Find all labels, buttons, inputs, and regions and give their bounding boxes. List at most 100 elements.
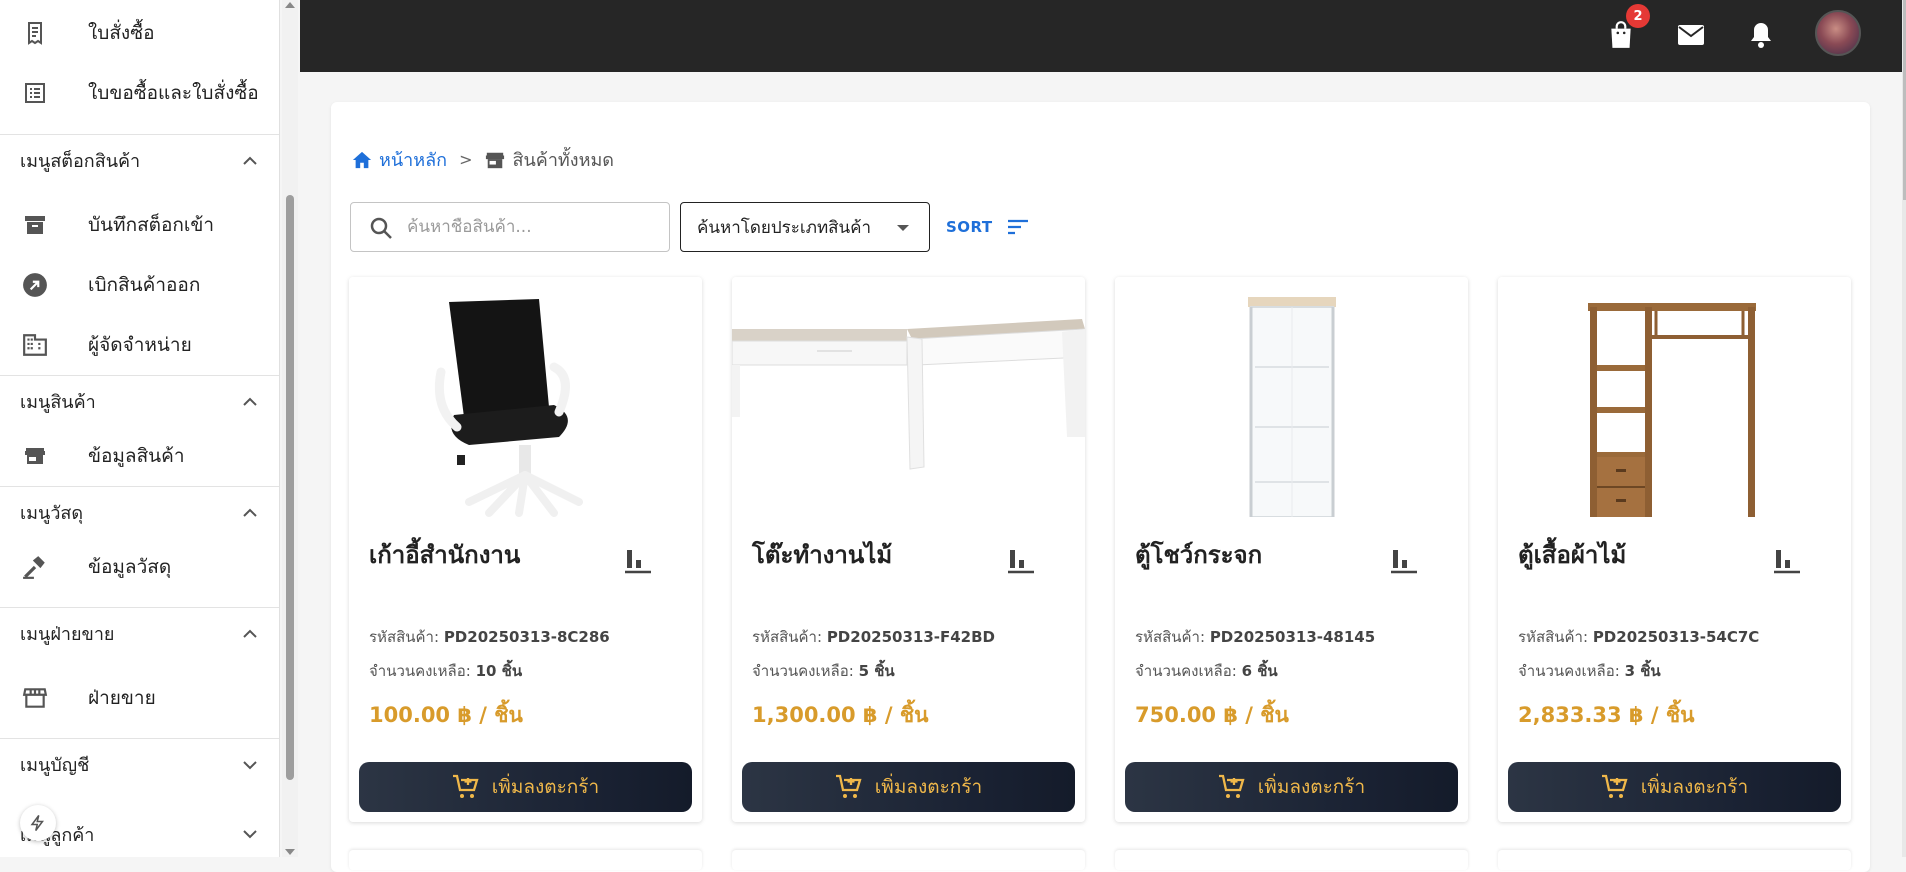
product-code-label: รหัสสินค้า: <box>752 628 823 646</box>
product-card[interactable]: โต๊ะทำงานไม้ รหัสสินค้า: PD20250313-F42B… <box>732 277 1085 822</box>
product-card-partial[interactable] <box>732 850 1085 870</box>
section-accounting[interactable]: เมนูบัญชี <box>0 738 279 790</box>
section-label: เมนูสต็อกสินค้า <box>20 151 141 172</box>
receipt-icon <box>22 20 48 46</box>
top-bar <box>300 0 1906 72</box>
product-price: 1,300.00 ฿ / ชิ้น <box>752 703 929 727</box>
breadcrumb-home-label: หน้าหลัก <box>379 150 448 171</box>
add-to-cart-label: เพิ่มลงตะกร้า <box>1640 776 1749 798</box>
product-stock: จำนวนคงเหลือ: 5 ชิ้น <box>752 659 895 683</box>
chevron-up-icon <box>243 508 257 517</box>
product-stock-label: จำนวนคงเหลือ: <box>752 662 854 680</box>
chevron-down-icon <box>243 760 257 769</box>
product-stock-value: 5 ชิ้น <box>858 662 895 680</box>
section-stock[interactable]: เมนูสต็อกสินค้า <box>0 134 279 186</box>
product-image-glass-cabinet[interactable] <box>1115 277 1468 517</box>
product-image-wooden-wardrobe[interactable] <box>1498 277 1851 517</box>
product-code-label: รหัสสินค้า: <box>1135 628 1206 646</box>
sidebar-item-stock-out[interactable]: เบิกสินค้าออก <box>0 259 279 311</box>
sidebar-item-requisition[interactable]: ใบขอซื้อและใบสั่งซื้อ <box>0 67 279 119</box>
section-products[interactable]: เมนูสินค้า <box>0 375 279 427</box>
bell-icon <box>1751 23 1771 48</box>
scroll-down-icon[interactable] <box>285 849 295 855</box>
home-icon <box>352 151 372 168</box>
product-stock-value: 3 ชิ้น <box>1624 662 1661 680</box>
product-code-value: PD20250313-48145 <box>1209 628 1376 646</box>
notification-button[interactable] <box>1744 18 1778 52</box>
sidebar-item-label: ข้อมูลสินค้า <box>88 445 185 467</box>
add-to-cart-button[interactable]: เพิ่มลงตะกร้า <box>359 762 692 812</box>
sidebar-item-stock-in[interactable]: บันทึกสต็อกเข้า <box>0 199 279 251</box>
sidebar-scrollbar[interactable] <box>282 0 298 857</box>
product-card-partial[interactable] <box>349 850 702 870</box>
sidebar-item-label: ใบสั่งซื้อ <box>88 22 155 44</box>
stats-icon[interactable] <box>1772 545 1802 575</box>
sidebar-item-label: ผู้จัดจำหน่าย <box>88 334 192 356</box>
product-stock: จำนวนคงเหลือ: 3 ชิ้น <box>1518 659 1661 683</box>
quick-action-button[interactable] <box>20 805 56 841</box>
sidebar-item-product-info[interactable]: ข้อมูลสินค้า <box>0 430 279 482</box>
add-to-cart-button[interactable]: เพิ่มลงตะกร้า <box>1125 762 1458 812</box>
add-to-cart-button[interactable]: เพิ่มลงตะกร้า <box>742 762 1075 812</box>
product-stock-value: 10 ชิ้น <box>475 662 523 680</box>
product-card[interactable]: ตู้โชว์กระจก รหัสสินค้า: PD20250313-4814… <box>1115 277 1468 822</box>
product-price: 750.00 ฿ / ชิ้น <box>1135 703 1289 727</box>
product-code: รหัสสินค้า: PD20250313-48145 <box>1135 625 1375 649</box>
product-code-label: รหัสสินค้า: <box>369 628 440 646</box>
breadcrumb: หน้าหลัก > สินค้าทั้งหมด <box>351 145 614 174</box>
chevron-down-icon <box>243 830 257 839</box>
product-card-partial[interactable] <box>1498 850 1851 870</box>
product-name: โต๊ะทำงานไม้ <box>752 541 893 569</box>
stats-icon[interactable] <box>1006 545 1036 575</box>
avatar[interactable] <box>1815 10 1861 56</box>
sidebar-item-supplier[interactable]: ผู้จัดจำหน่าย <box>0 319 279 371</box>
product-name: ตู้โชว์กระจก <box>1135 541 1263 569</box>
breadcrumb-current-label: สินค้าทั้งหมด <box>512 150 614 171</box>
cart-button[interactable]: 2 <box>1604 4 1650 52</box>
product-name: เก้าอี้สำนักงาน <box>369 541 521 569</box>
product-stock: จำนวนคงเหลือ: 10 ชิ้น <box>369 659 522 683</box>
section-label: เมนูสินค้า <box>20 392 96 413</box>
add-to-cart-button[interactable]: เพิ่มลงตะกร้า <box>1508 762 1841 812</box>
archive-icon <box>22 212 48 238</box>
sidebar-item-purchase-order[interactable]: ใบสั่งซื้อ <box>0 7 279 59</box>
sort-button[interactable]: SORT <box>946 212 1029 242</box>
chevron-up-icon <box>243 397 257 406</box>
product-image-wooden-desk[interactable] <box>732 277 1085 517</box>
product-card[interactable]: เก้าอี้สำนักงาน รหัสสินค้า: PD20250313-8… <box>349 277 702 822</box>
breadcrumb-home[interactable]: หน้าหลัก <box>351 145 447 174</box>
section-label: เมนูวัสดุ <box>20 503 84 524</box>
sidebar-item-label: บันทึกสต็อกเข้า <box>88 214 215 236</box>
sidebar-item-label: เบิกสินค้าออก <box>88 274 201 296</box>
section-sales[interactable]: เมนูฝ่ายขาย <box>0 607 279 659</box>
breadcrumb-separator: > <box>459 150 473 169</box>
search-input[interactable] <box>407 217 647 237</box>
add-cart-icon <box>835 774 862 798</box>
mail-button[interactable] <box>1674 18 1708 52</box>
product-code-value: PD20250313-F42BD <box>826 628 995 646</box>
sidebar-item-sales[interactable]: ฝ่ายขาย <box>0 672 279 724</box>
sidebar-item-label: ฝ่ายขาย <box>88 687 156 709</box>
product-code: รหัสสินค้า: PD20250313-54C7C <box>1518 625 1759 649</box>
chevron-up-icon <box>243 156 257 165</box>
category-filter-select[interactable]: ค้นหาโดยประเภทสินค้า <box>680 202 930 252</box>
stats-icon[interactable] <box>623 545 653 575</box>
add-to-cart-label: เพิ่มลงตะกร้า <box>1257 776 1366 798</box>
sort-label: SORT <box>946 218 993 236</box>
sidebar-item-material-info[interactable]: ข้อมูลวัสดุ <box>0 541 279 593</box>
section-materials[interactable]: เมนูวัสดุ <box>0 486 279 538</box>
add-cart-icon <box>1218 774 1245 798</box>
category-filter-label: ค้นหาโดยประเภทสินค้า <box>697 217 872 238</box>
cart-badge: 2 <box>1626 4 1650 28</box>
store-icon <box>22 443 48 469</box>
section-label: เมนูบัญชี <box>20 755 90 776</box>
product-card[interactable]: ตู้เสื้อผ้าไม้ รหัสสินค้า: PD20250313-54… <box>1498 277 1851 822</box>
product-image-office-chair[interactable] <box>349 277 702 517</box>
search-field[interactable] <box>350 202 670 252</box>
scroll-up-icon[interactable] <box>285 2 295 8</box>
scroll-thumb[interactable] <box>286 195 294 780</box>
stats-icon[interactable] <box>1389 545 1419 575</box>
product-card-partial[interactable] <box>1115 850 1468 870</box>
store-icon <box>486 152 505 168</box>
product-code: รหัสสินค้า: PD20250313-8C286 <box>369 625 610 649</box>
